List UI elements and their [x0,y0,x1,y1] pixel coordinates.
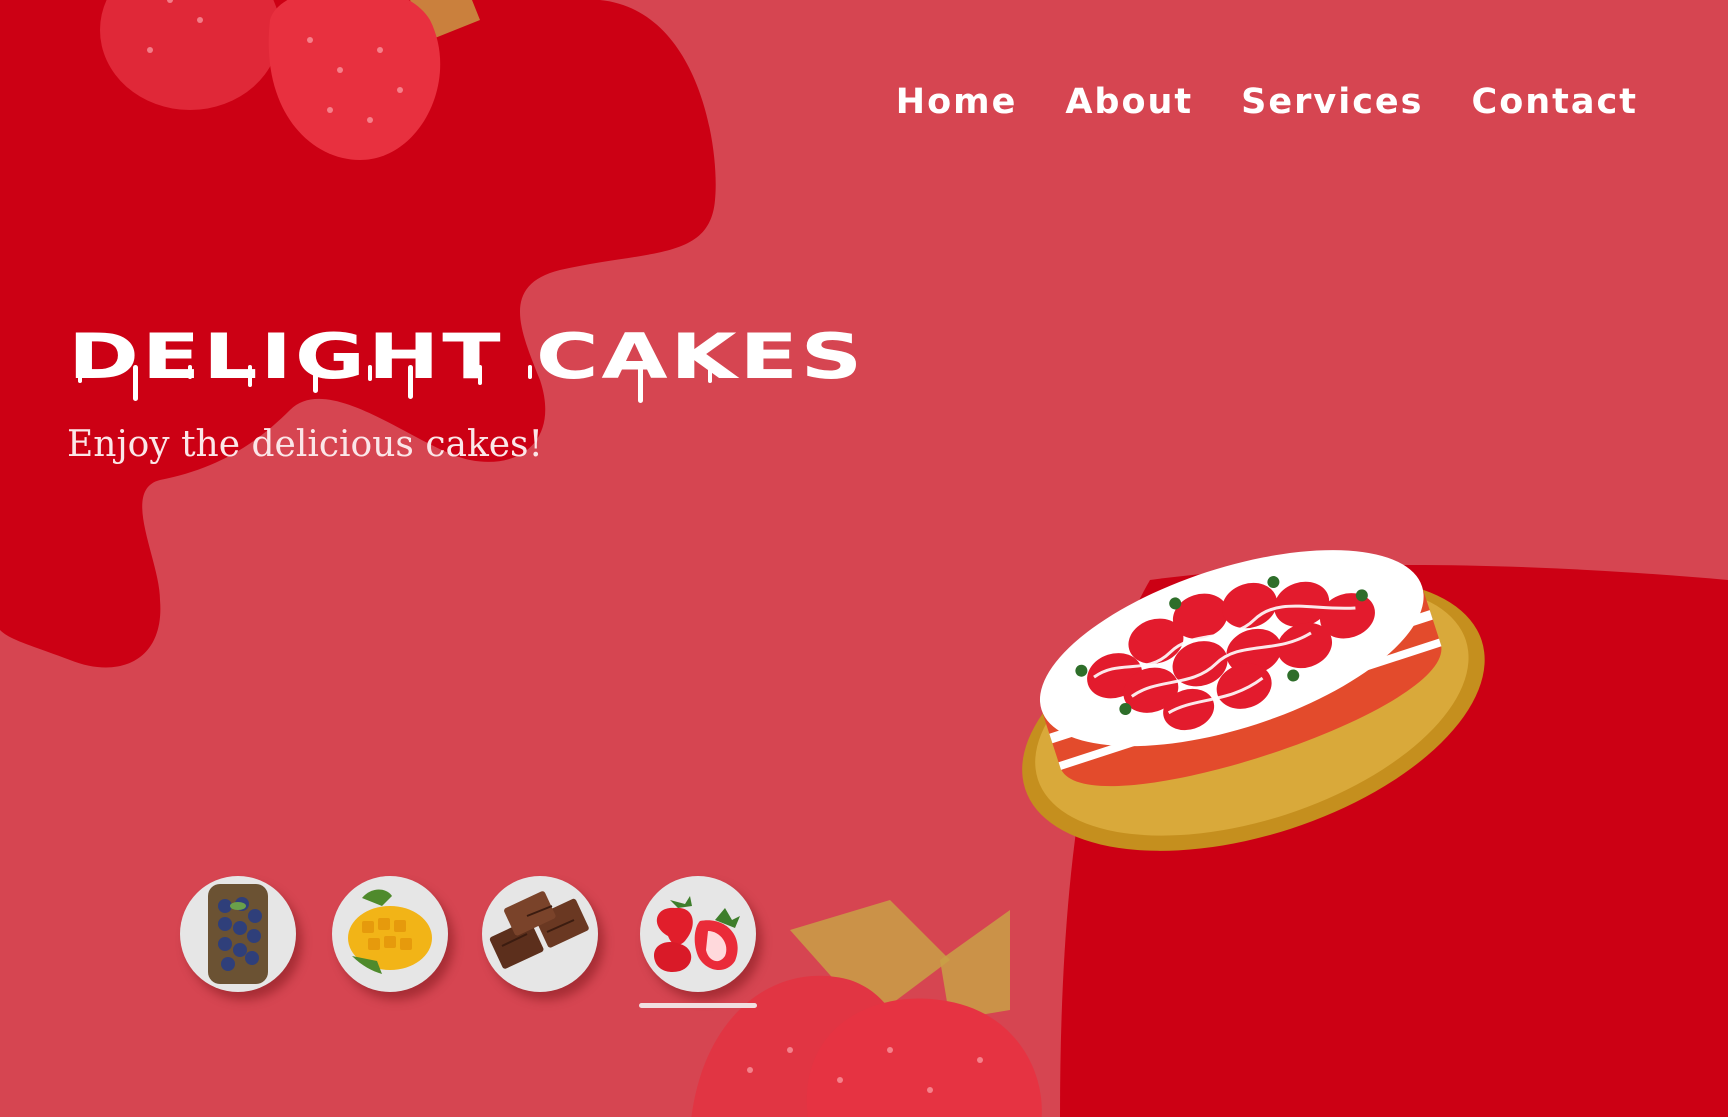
flavor-mango-thumbnail[interactable] [332,876,448,992]
strawberry-cake-image [1022,550,1485,851]
blueberry-icon [208,884,268,984]
strawberry-decoration-top [100,0,480,160]
nav-services-link[interactable]: Services [1241,82,1423,122]
strawberry-icon [654,896,740,972]
mango-icon [348,889,432,974]
nav-contact-link[interactable]: Contact [1472,82,1638,122]
flavor-blueberry-thumbnail[interactable] [180,876,296,992]
nav-about-link[interactable]: About [1065,82,1193,122]
flavor-strawberry-thumbnail[interactable] [640,876,756,992]
active-flavor-indicator [639,1003,757,1008]
nav-home-link[interactable]: Home [896,82,1018,122]
flavor-selector [180,876,780,1008]
main-nav: Home About Services Contact [896,82,1638,122]
hero-subtitle: Enjoy the delicious cakes! [67,424,543,465]
chocolate-icon [489,891,589,969]
title-drip-decoration [78,365,712,403]
flavor-chocolate-thumbnail[interactable] [482,876,598,992]
